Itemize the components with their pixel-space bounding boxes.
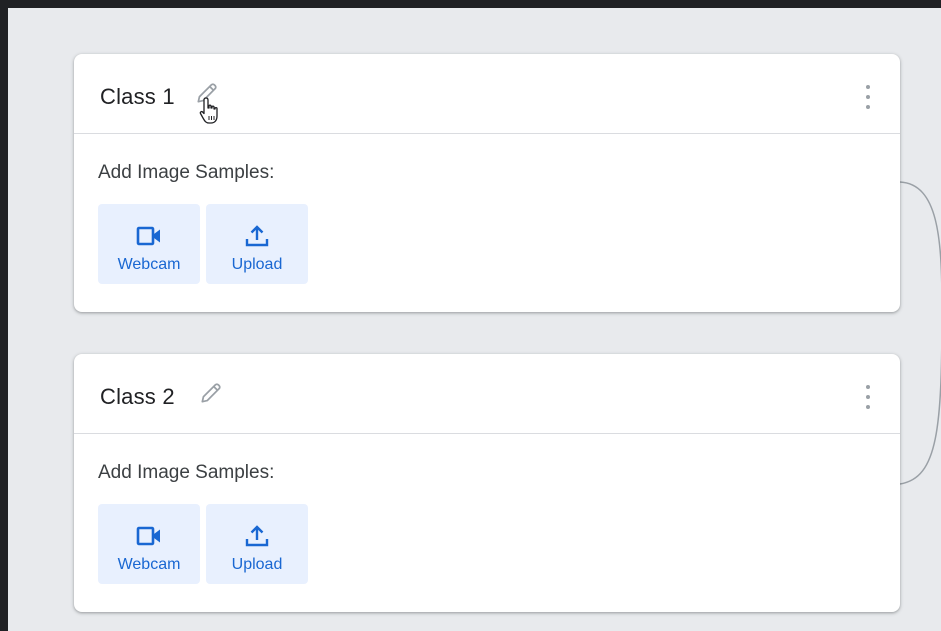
class-name[interactable]: Class 2 (100, 384, 175, 410)
videocam-icon (136, 226, 160, 246)
webcam-button[interactable]: Webcam (98, 204, 200, 284)
pencil-icon[interactable] (198, 380, 224, 406)
upload-icon (245, 225, 269, 247)
videocam-icon (136, 526, 160, 546)
more-vert-icon[interactable] (864, 384, 872, 410)
hand-pointer-icon (199, 97, 218, 124)
class-card-header: Class 2 (74, 354, 900, 434)
add-samples-label: Add Image Samples: (98, 462, 275, 483)
upload-button-label: Upload (231, 556, 283, 573)
class-card-header: Class 1 (74, 54, 900, 134)
webcam-button[interactable]: Webcam (98, 504, 200, 584)
class-name[interactable]: Class 1 (100, 84, 175, 110)
upload-icon (245, 525, 269, 547)
add-samples-label: Add Image Samples: (98, 162, 275, 183)
class-card-2: Class 2 Add Image Samples: Webcam Upload (74, 354, 900, 612)
canvas: Class 1 Add Image Samples: Webcam Upload… (8, 8, 941, 631)
class-card-1: Class 1 Add Image Samples: Webcam Upload (74, 54, 900, 312)
upload-button-label: Upload (231, 256, 283, 273)
webcam-button-label: Webcam (117, 256, 181, 273)
webcam-button-label: Webcam (117, 556, 181, 573)
more-vert-icon[interactable] (864, 84, 872, 110)
upload-button[interactable]: Upload (206, 204, 308, 284)
upload-button[interactable]: Upload (206, 504, 308, 584)
